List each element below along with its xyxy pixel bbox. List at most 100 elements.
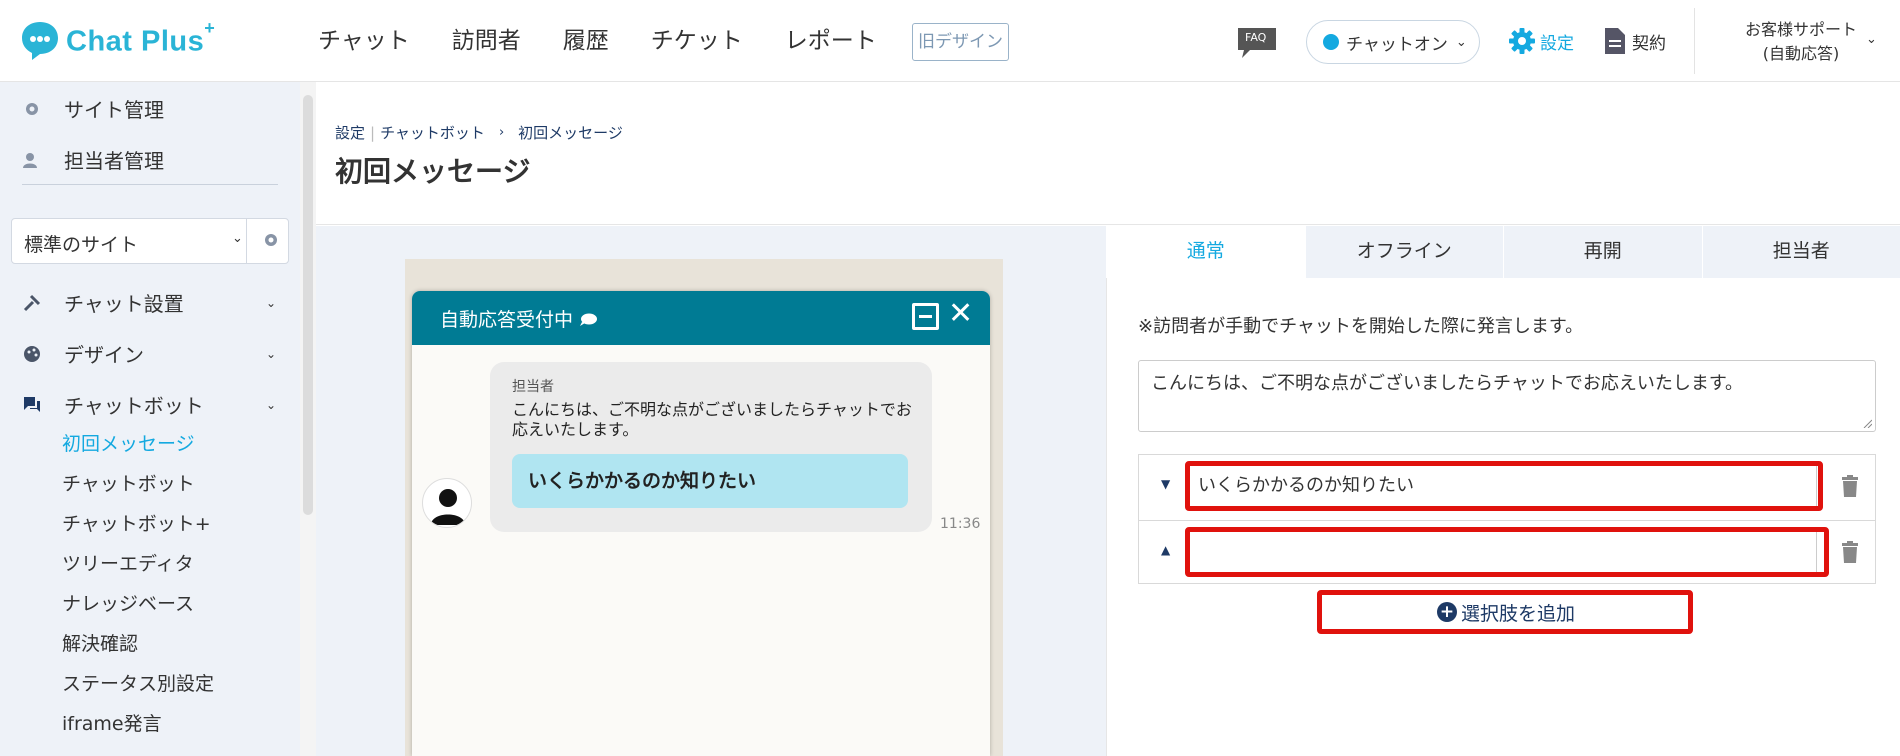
chat-bubble-logo-icon bbox=[22, 22, 58, 60]
tab-agent[interactable]: 担当者 bbox=[1701, 226, 1900, 278]
message-text: こんにちは、ご不明な点がございましたらチャットでお応えいたします。 bbox=[512, 400, 912, 439]
nav-visitors[interactable]: 訪問者 bbox=[452, 26, 521, 56]
palette-icon bbox=[22, 344, 42, 364]
breadcrumb-current: 初回メッセージ bbox=[518, 124, 623, 142]
tab-resume[interactable]: 再開 bbox=[1503, 226, 1702, 278]
highlight-box bbox=[1185, 527, 1829, 577]
nav-reports[interactable]: レポート bbox=[785, 26, 877, 56]
speech-bubble-icon bbox=[580, 313, 598, 326]
main-nav: チャット 訪問者 履歴 チケット レポート bbox=[318, 26, 919, 56]
sidebar-section-chat-setup[interactable]: チャット設置 ⌄ bbox=[22, 288, 276, 317]
faq-button[interactable]: FAQ bbox=[1236, 26, 1278, 60]
logo-text: Chat Plus bbox=[66, 25, 205, 58]
sidebar-item-tree-editor[interactable]: ツリーエディタ bbox=[62, 549, 194, 576]
trash-icon[interactable] bbox=[1841, 475, 1859, 501]
account-name: お客様サポート bbox=[1744, 20, 1857, 39]
online-status-dot bbox=[1323, 34, 1339, 50]
chevron-down-icon: ⌄ bbox=[1455, 34, 1467, 50]
breadcrumb-chatbot[interactable]: チャットボット bbox=[380, 122, 485, 143]
sidebar-section-label: チャットボット bbox=[64, 394, 204, 418]
top-header: Chat Plus+ チャット 訪問者 履歴 チケット レポート 旧デザイン F… bbox=[0, 0, 1900, 82]
sidebar-item-status-settings[interactable]: ステータス別設定 bbox=[62, 669, 214, 696]
logo-plus: + bbox=[204, 17, 216, 38]
message-bubble: 担当者 こんにちは、ご不明な点がございましたらチャットでお応えいたします。 いく… bbox=[490, 362, 932, 532]
contract-link[interactable]: 契約 bbox=[1604, 27, 1666, 55]
sidebar-item-chatbot[interactable]: チャットボット bbox=[62, 469, 195, 496]
close-icon[interactable]: ✕ bbox=[948, 299, 973, 329]
account-mode: (自動応答) bbox=[1762, 44, 1840, 63]
nav-history[interactable]: 履歴 bbox=[563, 26, 609, 56]
agent-avatar bbox=[422, 478, 472, 528]
sidebar-divider bbox=[22, 184, 278, 185]
chevron-right-icon: › bbox=[498, 125, 505, 140]
sidebar-item-label: 担当者管理 bbox=[64, 149, 164, 173]
message-time: 11:36 bbox=[940, 516, 981, 532]
chatplus-logo[interactable]: Chat Plus+ bbox=[20, 17, 216, 62]
sidebar-item-iframe-message[interactable]: iframe発言 bbox=[62, 709, 162, 736]
site-select-value: 標準のサイト bbox=[24, 234, 139, 256]
choice-row: ▼ いくらかかるのか知りたい bbox=[1139, 455, 1875, 519]
choice-row: ▲ bbox=[1139, 520, 1875, 584]
sidebar-scroll-thumb[interactable] bbox=[303, 95, 313, 515]
content-header bbox=[316, 82, 1900, 225]
resize-grip-icon[interactable] bbox=[1862, 418, 1872, 428]
user-silhouette-icon bbox=[431, 489, 465, 525]
sidebar-section-label: チャット設置 bbox=[64, 292, 184, 316]
contract-label: 契約 bbox=[1632, 33, 1666, 54]
chat-widget-preview: 自動応答受付中 ✕ 担当者 こんにちは、ご不明な点がございましたらチャットでお応… bbox=[412, 291, 990, 756]
account-menu[interactable]: お客様サポート (自動応答) bbox=[1716, 18, 1886, 66]
settings-label: 設定 bbox=[1540, 33, 1574, 54]
site-settings-gear-icon[interactable] bbox=[262, 231, 280, 253]
widget-title: 自動応答受付中 bbox=[440, 309, 574, 331]
preview-choice-button[interactable]: いくらかかるのか知りたい bbox=[512, 454, 908, 508]
faq-label: FAQ bbox=[1245, 31, 1267, 44]
sidebar-item-resolution-check[interactable]: 解決確認 bbox=[62, 629, 138, 656]
trash-icon[interactable] bbox=[1841, 541, 1859, 567]
choice-list: ▼ いくらかかるのか知りたい ▲ bbox=[1138, 454, 1876, 584]
chevron-down-icon[interactable]: ⌄ bbox=[1866, 32, 1877, 47]
message-sender: 担当者 bbox=[512, 379, 554, 395]
sidebar-item-label: サイト管理 bbox=[64, 98, 164, 122]
highlight-box bbox=[1185, 461, 1823, 511]
chat-icon bbox=[22, 395, 42, 415]
sidebar-item-chatbot-plus[interactable]: チャットボット+ bbox=[62, 509, 211, 536]
header-divider bbox=[1694, 8, 1695, 74]
widget-header: 自動応答受付中 ✕ bbox=[412, 291, 990, 345]
caret-up-icon[interactable]: ▲ bbox=[1161, 543, 1170, 557]
nav-tickets[interactable]: チケット bbox=[651, 26, 743, 56]
page-title: 初回メッセージ bbox=[335, 155, 531, 188]
tab-bar: 通常 オフライン 再開 担当者 bbox=[1106, 226, 1900, 278]
chevron-down-icon: ⌄ bbox=[265, 346, 276, 361]
settings-link[interactable]: 設定 bbox=[1508, 27, 1574, 55]
tab-offline[interactable]: オフライン bbox=[1304, 226, 1503, 278]
gear-icon bbox=[22, 99, 42, 119]
chat-status-label: チャットオン bbox=[1346, 34, 1448, 55]
tab-normal[interactable]: 通常 bbox=[1106, 226, 1305, 278]
highlight-box bbox=[1317, 590, 1693, 634]
tools-icon bbox=[22, 293, 42, 313]
user-gear-icon bbox=[22, 150, 42, 170]
sidebar-section-chatbot[interactable]: チャットボット ⌄ bbox=[22, 390, 276, 419]
old-design-button[interactable]: 旧デザイン bbox=[912, 23, 1009, 61]
help-note: ※訪問者が手動でチャットを開始した際に発言します。 bbox=[1138, 316, 1584, 337]
site-select[interactable]: 標準のサイト ⌄ bbox=[11, 218, 289, 264]
chat-status-dropdown[interactable]: チャットオン ⌄ bbox=[1306, 20, 1480, 64]
sidebar-item-site-management[interactable]: サイト管理 bbox=[22, 94, 164, 123]
initial-message-textarea[interactable]: こんにちは、ご不明な点がございましたらチャットでお応えいたします。 bbox=[1138, 360, 1876, 432]
caret-down-icon[interactable]: ▼ bbox=[1161, 477, 1170, 491]
nav-chat[interactable]: チャット bbox=[318, 26, 410, 56]
breadcrumb-separator: | bbox=[370, 123, 376, 142]
gear-icon bbox=[1509, 28, 1535, 54]
select-divider bbox=[246, 219, 247, 263]
document-icon bbox=[1605, 28, 1625, 54]
sidebar-item-initial-message[interactable]: 初回メッセージ bbox=[62, 429, 195, 456]
chevron-down-icon: ⌄ bbox=[265, 397, 276, 412]
sidebar-section-design[interactable]: デザイン ⌄ bbox=[22, 339, 276, 368]
breadcrumb-settings[interactable]: 設定 bbox=[335, 122, 365, 143]
breadcrumb: 設定 | チャットボット › 初回メッセージ bbox=[335, 122, 623, 143]
sidebar-item-agent-management[interactable]: 担当者管理 bbox=[22, 145, 164, 174]
chevron-down-icon: ⌄ bbox=[265, 295, 276, 310]
sidebar-item-knowledge-base[interactable]: ナレッジベース bbox=[62, 589, 194, 616]
chevron-down-icon: ⌄ bbox=[232, 231, 243, 246]
minimize-icon[interactable] bbox=[912, 303, 939, 330]
